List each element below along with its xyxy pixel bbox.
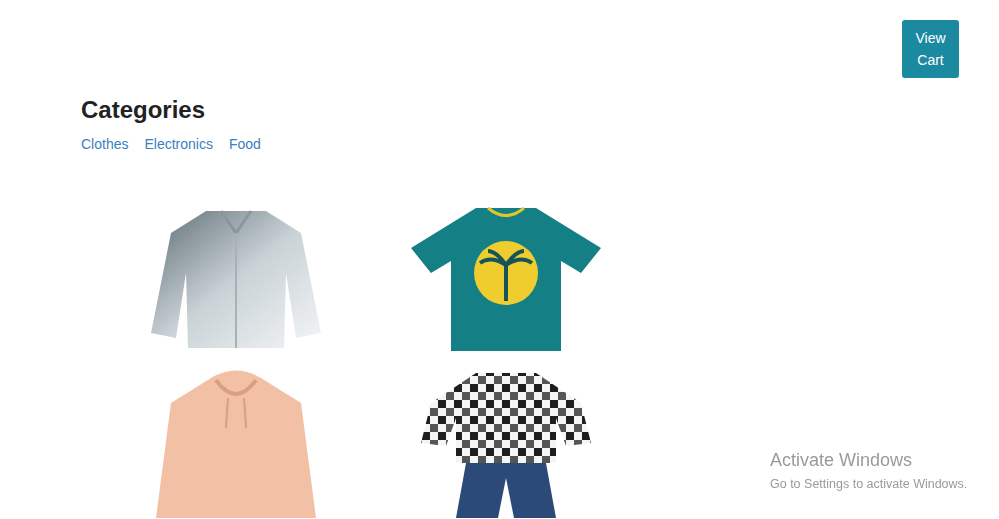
- hoodie-icon: [131, 368, 341, 518]
- outfit-icon: [401, 368, 611, 518]
- product-image[interactable]: [111, 365, 361, 519]
- activation-watermark: Activate Windows Go to Settings to activa…: [770, 450, 967, 491]
- view-cart-button[interactable]: View Cart: [902, 20, 959, 78]
- top-bar: View Cart: [0, 0, 999, 78]
- product-image[interactable]: [381, 200, 631, 355]
- category-link[interactable]: Electronics: [144, 136, 212, 152]
- shirt-icon: [131, 203, 341, 353]
- categories-heading: Categories: [81, 96, 999, 124]
- product-image[interactable]: [111, 200, 361, 355]
- watermark-subtitle: Go to Settings to activate Windows.: [770, 477, 967, 491]
- product-image[interactable]: [381, 365, 631, 519]
- shop-page: View Cart Categories Clothes Electronics Foo…: [0, 0, 999, 519]
- category-links: Clothes Electronics Food: [81, 136, 999, 152]
- watermark-title: Activate Windows: [770, 450, 967, 471]
- tshirt-icon: [401, 203, 611, 353]
- category-link[interactable]: Clothes: [81, 136, 128, 152]
- product-grid: [111, 200, 999, 519]
- category-link[interactable]: Food: [229, 136, 261, 152]
